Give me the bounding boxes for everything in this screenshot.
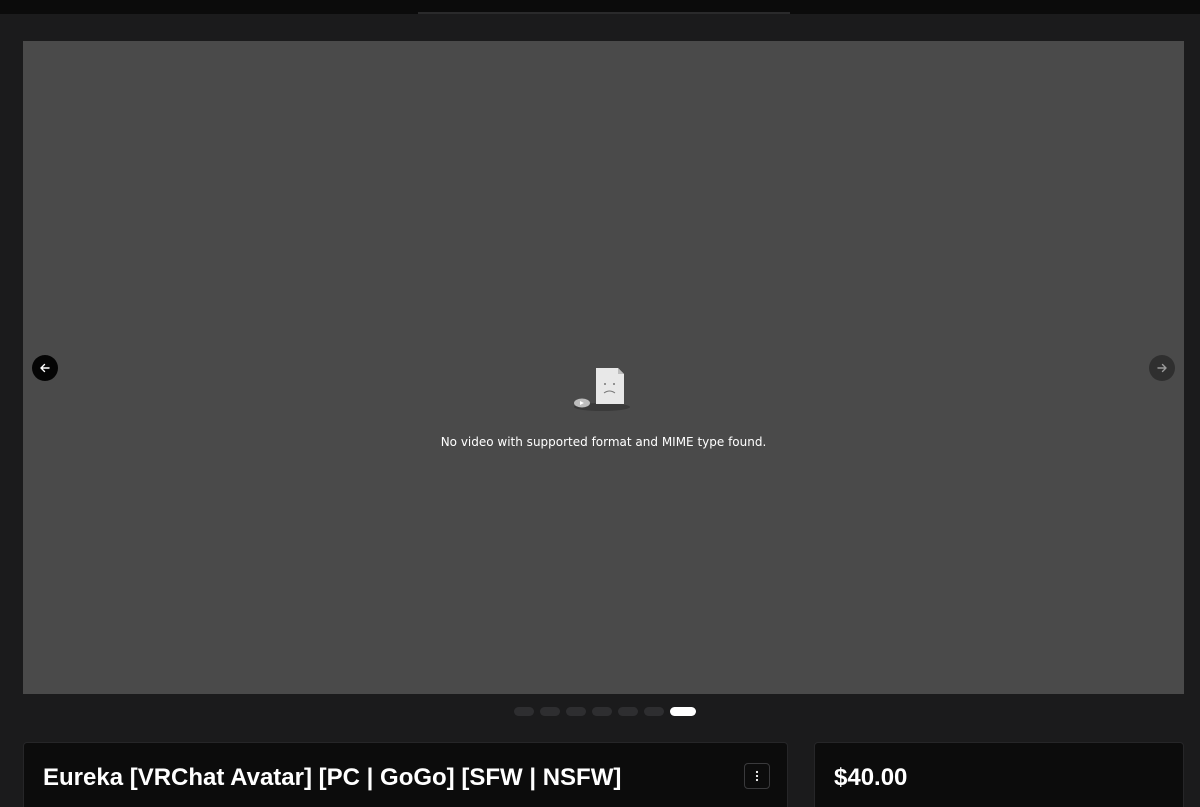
arrow-left-icon bbox=[40, 363, 50, 373]
arrow-right-icon bbox=[1157, 363, 1167, 373]
video-error-message: No video with supported format and MIME … bbox=[440, 435, 767, 449]
carousel-dot[interactable] bbox=[592, 707, 612, 716]
carousel-next-button[interactable] bbox=[1149, 355, 1175, 381]
carousel-dot[interactable] bbox=[566, 707, 586, 716]
price-card: $40.00 bbox=[814, 742, 1184, 807]
carousel-dot[interactable] bbox=[644, 707, 664, 716]
carousel-dot[interactable] bbox=[618, 707, 638, 716]
top-header-bar bbox=[0, 0, 1200, 14]
header-divider bbox=[418, 12, 790, 14]
product-title-card: Eureka [VRChat Avatar] [PC | GoGo] [SFW … bbox=[23, 742, 788, 807]
media-carousel[interactable]: No video with supported format and MIME … bbox=[23, 41, 1184, 694]
carousel-dot[interactable] bbox=[514, 707, 534, 716]
broken-video-icon bbox=[573, 368, 630, 411]
video-error: No video with supported format and MIME … bbox=[23, 363, 1184, 449]
carousel-prev-button[interactable] bbox=[32, 355, 58, 381]
more-vertical-icon bbox=[755, 770, 759, 782]
carousel-pagination bbox=[514, 707, 696, 717]
carousel-dot-active[interactable] bbox=[670, 707, 696, 716]
carousel-dot[interactable] bbox=[540, 707, 560, 716]
product-title: Eureka [VRChat Avatar] [PC | GoGo] [SFW … bbox=[43, 764, 622, 791]
more-options-button[interactable] bbox=[744, 763, 770, 789]
product-price: $40.00 bbox=[834, 764, 908, 791]
